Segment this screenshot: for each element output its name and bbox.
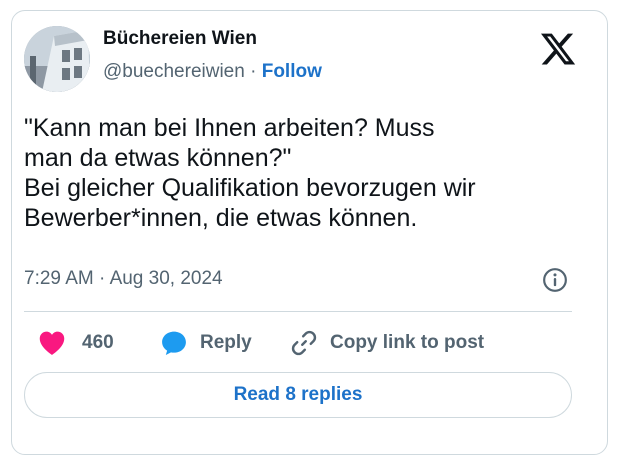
post-text-line: Bewerber*innen, die etwas können. (24, 204, 418, 232)
avatar[interactable] (24, 26, 90, 92)
author-name[interactable]: Büchereien Wien (103, 28, 257, 50)
author-handle[interactable]: @buechereiwien (103, 61, 245, 82)
like-button[interactable]: 460 (38, 328, 114, 358)
handle-separator: · (250, 61, 257, 82)
post-text: "Kann man bei Ihnen arbeiten? Muss man d… (24, 113, 584, 233)
like-count: 460 (82, 332, 114, 353)
copy-link-label: Copy link to post (330, 332, 485, 353)
info-icon[interactable] (542, 267, 568, 293)
post-text-line: man da etwas können?" (24, 144, 292, 172)
reply-button[interactable]: Reply (160, 328, 252, 358)
post-time: 7:29 AM (24, 268, 94, 289)
speech-bubble-icon (162, 331, 186, 356)
heart-icon (39, 331, 65, 355)
x-logo-icon[interactable] (539, 30, 577, 68)
divider (24, 311, 572, 312)
avatar-image (24, 26, 90, 92)
post-timestamp[interactable]: 7:29 AM · Aug 30, 2024 (24, 268, 223, 290)
read-replies-button[interactable]: Read 8 replies (24, 372, 572, 418)
follow-link[interactable]: Follow (262, 61, 322, 82)
reply-label: Reply (200, 332, 252, 353)
post-text-line: "Kann man bei Ihnen arbeiten? Muss (24, 114, 435, 142)
post-date: Aug 30, 2024 (109, 268, 223, 289)
post-text-line: Bei gleicher Qualifikation bevorzugen wi… (24, 174, 476, 202)
link-icon (291, 330, 317, 356)
author-handle-row: @buechereiwien · Follow (103, 61, 322, 83)
copy-link-button[interactable]: Copy link to post (290, 328, 484, 358)
date-separator: · (99, 268, 106, 289)
